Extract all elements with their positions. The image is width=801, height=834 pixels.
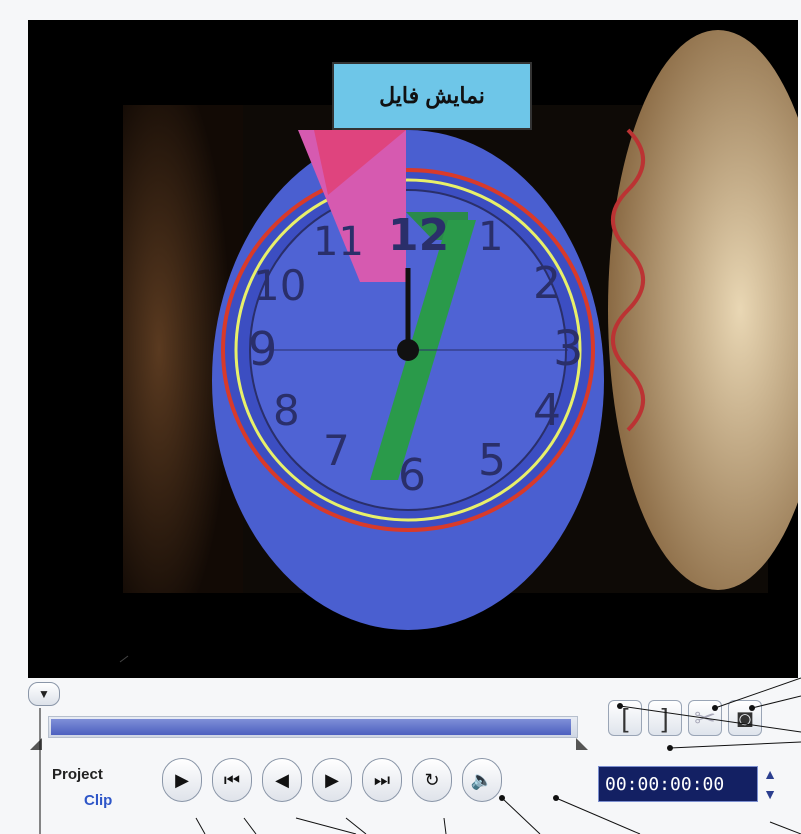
prev-frame-icon: ◀ bbox=[275, 769, 289, 790]
chevron-down-icon[interactable]: ▼ bbox=[763, 786, 777, 802]
skip-start-icon: ⏮ bbox=[223, 769, 241, 790]
repeat-icon: ↻ bbox=[424, 769, 440, 790]
playback-controls: ▼ [ ] ✂ ◙ Project Clip ▶ ⏮ ◀ ▶ ⏭ ↻ 🔈 00:… bbox=[28, 680, 801, 834]
svg-text:1: 1 bbox=[478, 214, 503, 260]
svg-text:2: 2 bbox=[533, 258, 561, 309]
player-window: 12 1 2 3 4 5 6 7 8 9 10 11 نمایش فایل ▼ bbox=[0, 0, 801, 834]
volume-button[interactable]: 🔈 bbox=[462, 758, 502, 802]
svg-text:12: 12 bbox=[388, 210, 449, 261]
timeline-track[interactable] bbox=[48, 716, 578, 738]
svg-text:3: 3 bbox=[553, 321, 584, 377]
next-frame-button[interactable]: ▶ bbox=[312, 758, 352, 802]
camera-icon: ◙ bbox=[737, 702, 753, 733]
svg-text:11: 11 bbox=[313, 219, 364, 265]
repeat-button[interactable]: ↻ bbox=[412, 758, 452, 802]
svg-text:4: 4 bbox=[533, 385, 561, 436]
cut-button[interactable]: ✂ bbox=[688, 700, 722, 736]
snapshot-button[interactable]: ◙ bbox=[728, 700, 762, 736]
scissors-icon: ✂ bbox=[694, 702, 716, 733]
chevron-down-icon: ▼ bbox=[38, 687, 50, 701]
next-frame-icon: ▶ bbox=[325, 769, 339, 790]
trim-start-marker[interactable] bbox=[30, 738, 42, 750]
timecode-display[interactable]: 00:00:00:00 bbox=[598, 766, 758, 802]
play-button[interactable]: ▶ bbox=[162, 758, 202, 802]
chevron-up-icon[interactable]: ▲ bbox=[763, 766, 777, 782]
svg-text:6: 6 bbox=[398, 450, 426, 501]
project-mode-label[interactable]: Project bbox=[52, 766, 103, 783]
mark-out-button[interactable]: ] bbox=[648, 700, 682, 736]
timeline-progress-fill bbox=[51, 719, 571, 735]
svg-text:9: 9 bbox=[248, 322, 277, 376]
speaker-icon: 🔈 bbox=[470, 769, 494, 790]
trim-end-marker[interactable] bbox=[576, 738, 588, 750]
svg-text:7: 7 bbox=[323, 426, 350, 475]
play-icon: ▶ bbox=[175, 769, 189, 790]
timecode-stepper[interactable]: ▲ ▼ bbox=[760, 766, 780, 802]
go-to-start-button[interactable]: ⏮ bbox=[212, 758, 252, 802]
skip-end-icon: ⏭ bbox=[373, 769, 391, 790]
go-to-end-button[interactable]: ⏭ bbox=[362, 758, 402, 802]
clip-mode-label[interactable]: Clip bbox=[84, 792, 112, 809]
preview-window: 12 1 2 3 4 5 6 7 8 9 10 11 نمایش فایل bbox=[28, 20, 798, 678]
previous-frame-button[interactable]: ◀ bbox=[262, 758, 302, 802]
bracket-left-icon: [ bbox=[621, 702, 629, 733]
svg-text:8: 8 bbox=[273, 386, 300, 435]
svg-text:10: 10 bbox=[253, 261, 306, 310]
preview-title: نمایش فایل bbox=[332, 62, 532, 130]
bracket-right-icon: ] bbox=[661, 702, 669, 733]
mark-in-button[interactable]: [ bbox=[608, 700, 642, 736]
scrubber-handle[interactable]: ▼ bbox=[28, 682, 60, 706]
svg-text:5: 5 bbox=[478, 435, 506, 486]
